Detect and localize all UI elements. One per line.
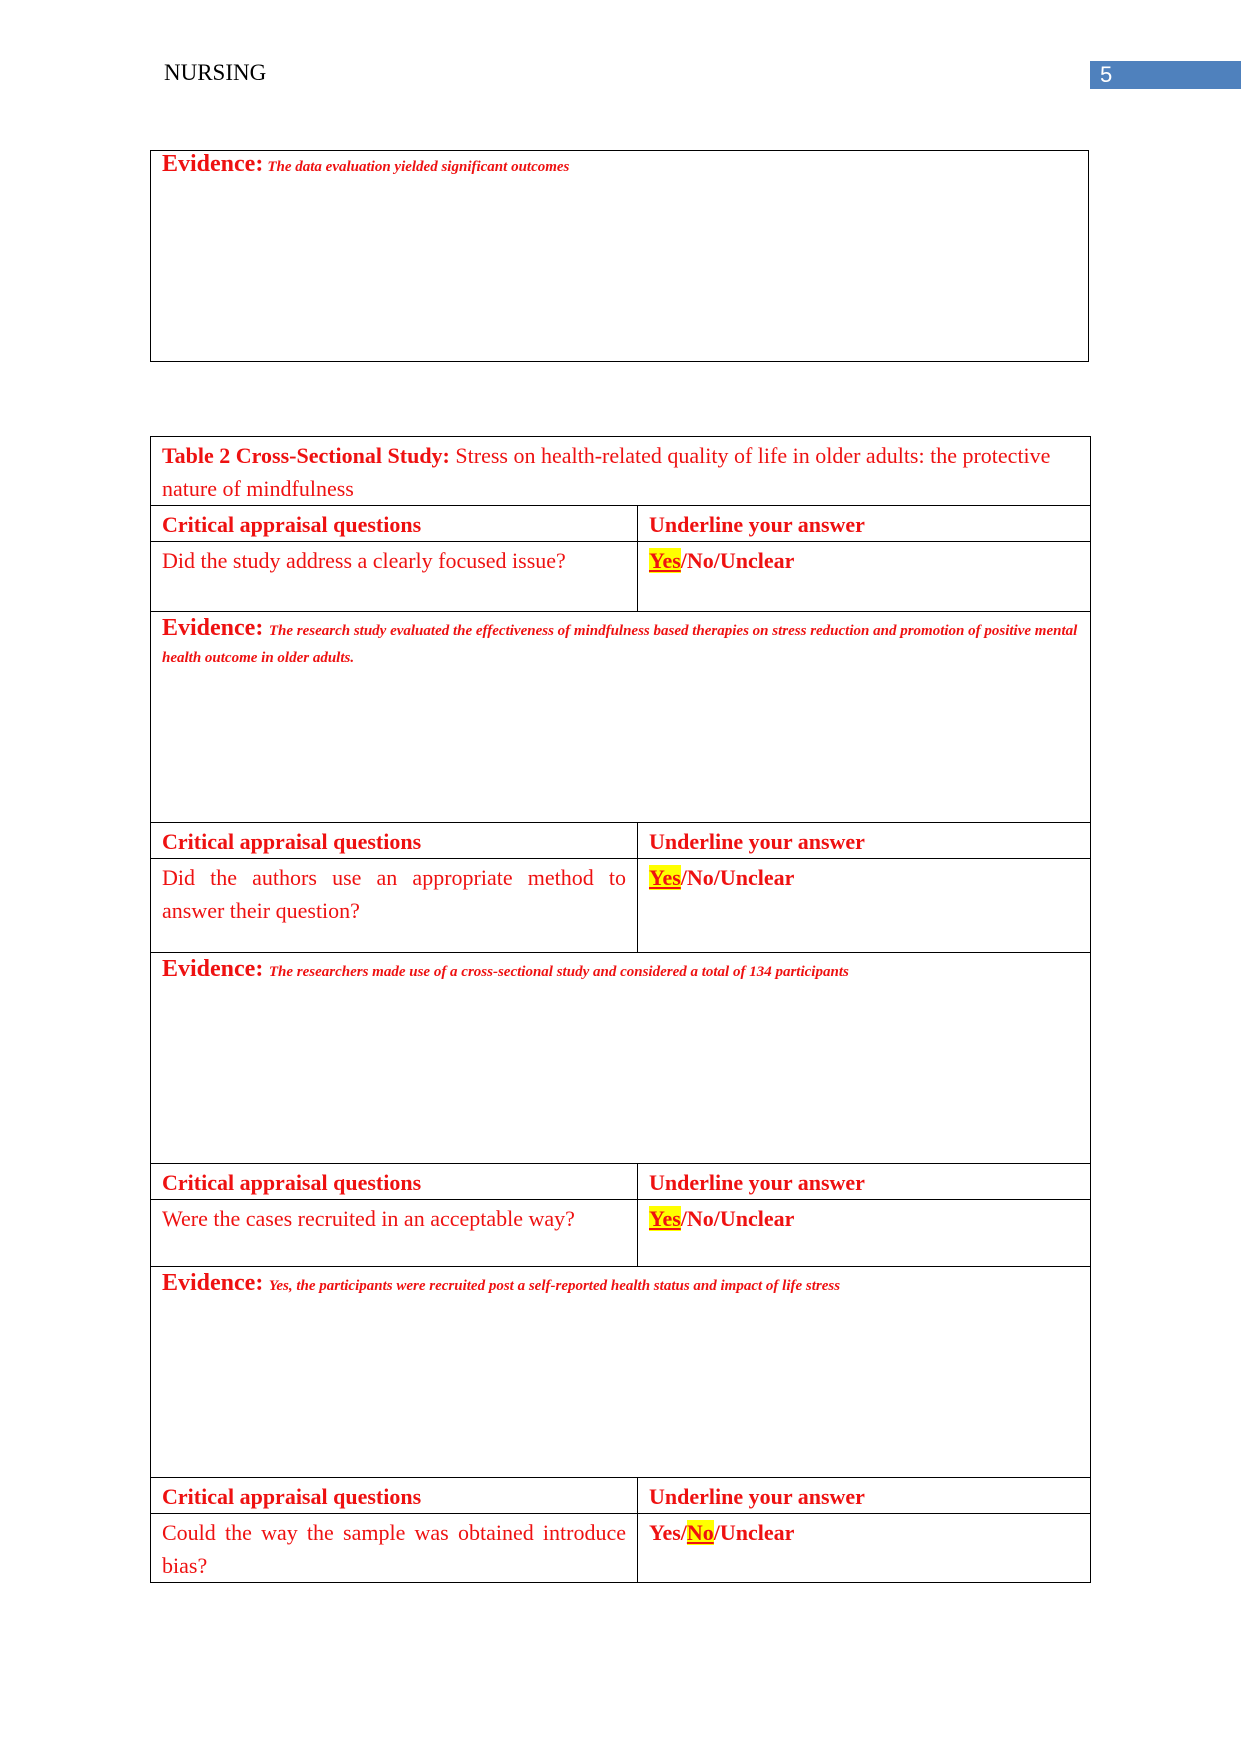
evidence-label: Evidence: [162,615,264,641]
col-header-question: Critical appraisal questions [150,1163,638,1200]
answer-option-yes[interactable]: Yes [649,1520,681,1545]
col-header-question: Critical appraisal questions [150,505,638,542]
answer-option-no[interactable]: No [687,548,714,573]
appraisal-table-2: Table 2 Cross-Sectional Study: Stress on… [150,436,1091,1583]
col-header-answer: Underline your answer [637,505,1091,542]
question-row: Did the study address a clearly focused … [150,541,1091,612]
answer-options[interactable]: Yes/No/Unclear [637,1513,1091,1583]
column-header-row: Critical appraisal questions Underline y… [150,1477,1091,1514]
answer-separator: / [680,1520,687,1545]
col-header-question: Critical appraisal questions [150,822,638,859]
answer-option-no[interactable]: No [686,1520,714,1545]
evidence-label: Evidence: [162,151,264,177]
evidence-text: Yes, the participants were recruited pos… [268,1278,841,1294]
col-header-answer: Underline your answer [637,1163,1091,1200]
question-row: Were the cases recruited in an acceptabl… [150,1199,1091,1267]
running-header-title: NURSING [164,60,267,85]
evidence-label: Evidence: [162,956,264,982]
answer-options[interactable]: Yes/No/Unclear [637,541,1091,612]
col-header-answer: Underline your answer [637,822,1091,859]
evidence-text: The data evaluation yielded significant … [267,159,570,175]
answer-option-unclear[interactable]: Unclear [720,1206,795,1231]
answer-options[interactable]: Yes/No/Unclear [637,858,1091,953]
question-text: Did the study address a clearly focused … [150,541,638,612]
answer-option-yes[interactable]: Yes [649,865,681,890]
evidence-row: Evidence: The researchers made use of a … [150,952,1091,1164]
answer-option-unclear[interactable]: Unclear [720,865,795,890]
question-row: Did the authors use an appropriate metho… [150,858,1091,953]
answer-option-unclear[interactable]: Unclear [720,1520,795,1545]
question-text: Could the way the sample was obtained in… [150,1513,638,1583]
col-header-answer: Underline your answer [637,1477,1091,1514]
answer-option-no[interactable]: No [687,865,714,890]
evidence-text: The researchers made use of a cross-sect… [268,964,849,980]
column-header-row: Critical appraisal questions Underline y… [150,505,1091,542]
evidence-cell: Evidence: The research study evaluated t… [150,611,1091,823]
answer-option-unclear[interactable]: Unclear [720,548,795,573]
col-header-question: Critical appraisal questions [150,1477,638,1514]
question-text: Were the cases recruited in an acceptabl… [150,1199,638,1267]
question-text: Did the authors use an appropriate metho… [150,858,638,953]
answer-options[interactable]: Yes/No/Unclear [637,1199,1091,1267]
answer-option-yes[interactable]: Yes [649,1206,681,1231]
answer-option-no[interactable]: No [687,1206,714,1231]
question-row: Could the way the sample was obtained in… [150,1513,1091,1583]
column-header-row: Critical appraisal questions Underline y… [150,1163,1091,1200]
evidence-text: The research study evaluated the effecti… [162,623,1078,666]
evidence-row: Evidence: Yes, the participants were rec… [150,1266,1091,1478]
table-title-cell: Table 2 Cross-Sectional Study: Stress on… [150,436,1091,506]
evidence-cell: Evidence: The researchers made use of a … [150,952,1091,1164]
evidence-row: Evidence: The research study evaluated t… [150,611,1091,823]
evidence-cell: Evidence: Yes, the participants were rec… [150,1266,1091,1478]
answer-option-yes[interactable]: Yes [649,548,681,573]
column-header-row: Critical appraisal questions Underline y… [150,822,1091,859]
page-number-badge: 5 [1090,61,1241,89]
evidence-box-previous: Evidence: The data evaluation yielded si… [150,150,1089,362]
evidence-label: Evidence: [162,1270,264,1296]
table-title-bold: Table 2 Cross-Sectional Study: [162,443,450,468]
